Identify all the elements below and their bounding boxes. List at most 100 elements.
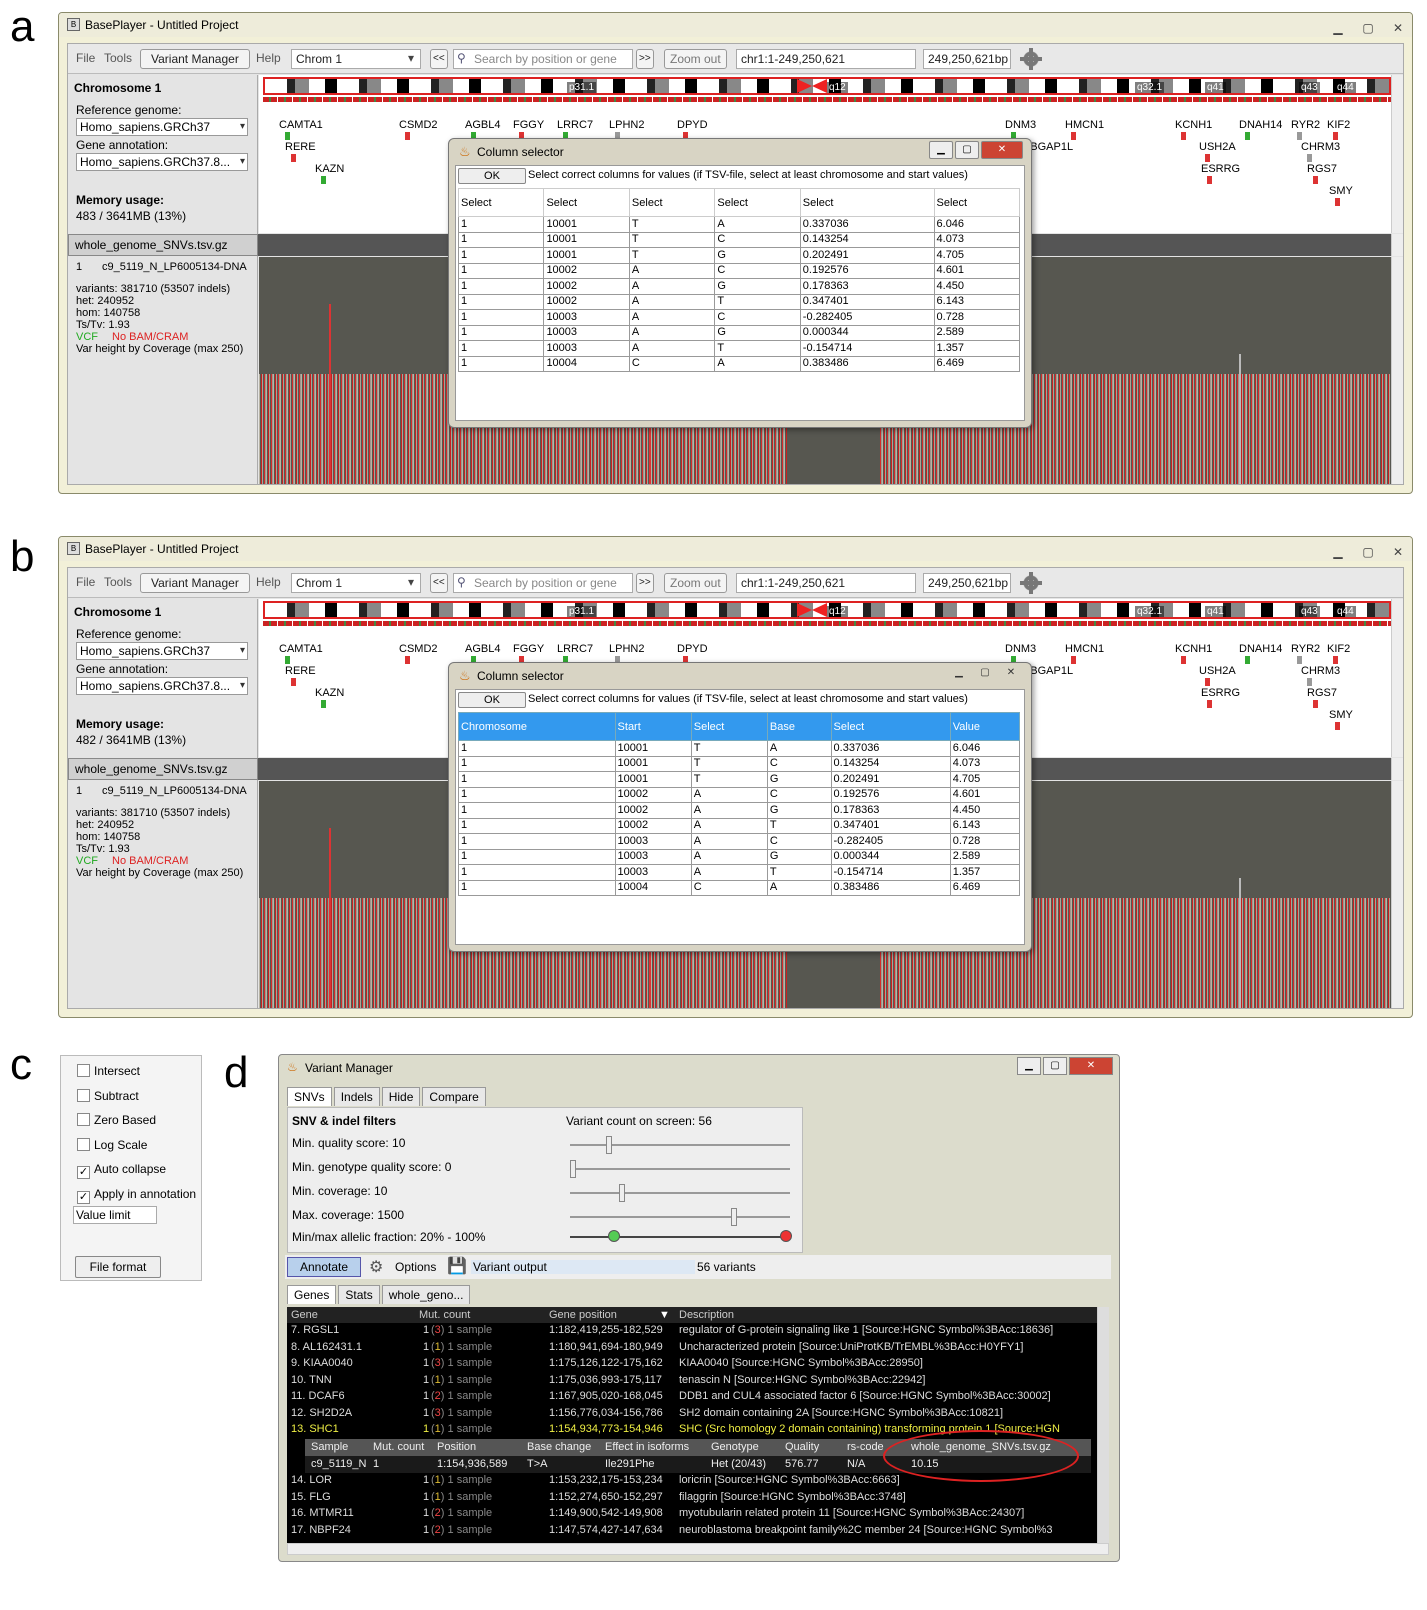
ref-genome-select[interactable]: Homo_sapiens.GRCh37: [76, 118, 248, 136]
col-mutcount[interactable]: Mut. count: [419, 1309, 470, 1321]
track-scrollbar[interactable]: [1391, 234, 1403, 256]
column-header[interactable]: Select: [543, 188, 630, 217]
col-gene[interactable]: Gene: [291, 1309, 318, 1321]
gene-label[interactable]: CHRM3: [1301, 141, 1340, 162]
column-header[interactable]: Chromosome: [458, 712, 616, 741]
horizontal-scrollbar[interactable]: [287, 1543, 1109, 1555]
gene-label[interactable]: DPYD: [677, 119, 708, 140]
subtable-column-header[interactable]: Effect in isoforms: [605, 1441, 689, 1453]
track-file-label[interactable]: whole_genome_SNVs.tsv.gz: [68, 234, 258, 256]
close-icon[interactable]: ✕: [999, 665, 1023, 683]
maximize-icon[interactable]: ▢: [973, 665, 997, 683]
close-icon[interactable]: ✕: [1069, 1057, 1113, 1075]
gene-label[interactable]: FGGY: [513, 119, 544, 140]
menu-tools[interactable]: Tools: [104, 573, 132, 593]
gene-label[interactable]: LRRC7: [557, 643, 593, 664]
subtable-column-header[interactable]: Quality: [785, 1441, 819, 1453]
track-file-label[interactable]: whole_genome_SNVs.tsv.gz: [68, 758, 258, 780]
gene-label[interactable]: CAMTA1: [279, 119, 323, 140]
maximize-icon[interactable]: ▢: [1043, 1057, 1067, 1075]
search-input[interactable]: Search by position or gene: [453, 49, 633, 69]
column-header[interactable]: Select: [933, 188, 1021, 217]
gene-label[interactable]: DNAH14: [1239, 643, 1282, 664]
next-button[interactable]: >>: [636, 573, 654, 593]
tab-genes[interactable]: Genes: [287, 1285, 337, 1304]
minimize-icon[interactable]: ▁: [1330, 16, 1346, 40]
zoom-out-button[interactable]: Zoom out: [664, 49, 727, 69]
gene-label[interactable]: DNM3: [1005, 119, 1036, 140]
menu-file[interactable]: File: [76, 573, 95, 593]
window-titlebar[interactable]: B BasePlayer - Untitled Project ▁ ▢ ✕: [59, 537, 1412, 561]
sample-name[interactable]: c9_5119_N_LP6005134-DNA: [102, 785, 247, 797]
option-intersect[interactable]: Intersect: [77, 1064, 140, 1078]
gene-label[interactable]: SMY: [1329, 709, 1353, 730]
close-icon[interactable]: ✕: [1390, 16, 1406, 40]
gene-row[interactable]: 7. RGSL1 1 1:182,419,255-182,529 regulator …: [287, 1323, 1097, 1339]
gene-label[interactable]: AGBL4: [465, 119, 500, 140]
gear-icon[interactable]: [1020, 48, 1042, 70]
ref-genome-select[interactable]: Homo_sapiens.GRCh37: [76, 642, 248, 660]
col-geneposition[interactable]: Gene position: [549, 1309, 617, 1321]
maximize-icon[interactable]: ▢: [1360, 16, 1376, 40]
variant-scrollbar[interactable]: [1391, 781, 1403, 1008]
option-apply-in-annotation[interactable]: ✓ Apply in annotation: [77, 1187, 196, 1204]
filter-slider[interactable]: [570, 1184, 790, 1202]
gene-label[interactable]: KCNH1: [1175, 119, 1212, 140]
chevron-down-icon[interactable]: ▾: [408, 49, 414, 69]
menu-file[interactable]: File: [76, 49, 95, 69]
gene-label[interactable]: USH2A: [1199, 141, 1236, 162]
max-knob[interactable]: [780, 1230, 792, 1242]
subtable-column-header[interactable]: rs-code: [847, 1441, 884, 1453]
gene-label[interactable]: RYR2: [1291, 119, 1320, 140]
checkbox[interactable]: ✓: [77, 1190, 90, 1204]
chevron-down-icon[interactable]: ▾: [408, 573, 414, 593]
gene-scrollbar[interactable]: [1391, 599, 1403, 757]
col-description[interactable]: Description: [679, 1309, 734, 1321]
gene-label[interactable]: DNM3: [1005, 643, 1036, 664]
gene-label[interactable]: KAZN: [315, 163, 344, 184]
variant-manager-button[interactable]: Variant Manager: [140, 573, 250, 593]
checkbox[interactable]: ✓: [77, 1166, 90, 1179]
option-auto-collapse[interactable]: ✓ Auto collapse: [77, 1162, 166, 1179]
menu-help[interactable]: Help: [256, 49, 281, 69]
column-header[interactable]: Select: [457, 188, 545, 217]
gene-label[interactable]: RGS7: [1307, 687, 1337, 708]
gene-label[interactable]: LPHN2: [609, 643, 644, 664]
checkbox[interactable]: [77, 1064, 90, 1077]
gene-scrollbar[interactable]: [1391, 75, 1403, 233]
next-button[interactable]: >>: [636, 49, 654, 69]
chrom-select[interactable]: Chrom 1: [291, 49, 421, 69]
gene-label[interactable]: RERE: [285, 665, 316, 686]
region-field[interactable]: chr1:1-249,250,621: [736, 573, 916, 593]
slider-thumb[interactable]: [730, 1208, 737, 1226]
chromosome-ideogram[interactable]: p31.1 q12 q32.1 q41 q43 q44: [263, 601, 1391, 619]
gene-row[interactable]: 16. MTMR11 1 1:149,900,542-149,908 myotubul…: [287, 1506, 1097, 1522]
tab-hide[interactable]: Hide: [381, 1087, 421, 1106]
gene-label[interactable]: LRRC7: [557, 119, 593, 140]
tab-file[interactable]: whole_geno...: [381, 1285, 471, 1304]
tab-snvs[interactable]: SNVs: [287, 1087, 332, 1106]
tab-stats[interactable]: Stats: [338, 1285, 380, 1304]
gene-row[interactable]: 11. DCAF6 1 1:167,905,020-168,045 DDB1 and …: [287, 1389, 1097, 1405]
minimize-icon[interactable]: ▁: [947, 665, 971, 683]
subtable-column-header[interactable]: Genotype: [711, 1441, 759, 1453]
menu-help[interactable]: Help: [256, 573, 281, 593]
subtable-column-header[interactable]: Position: [437, 1441, 476, 1453]
checkbox[interactable]: [77, 1113, 90, 1126]
column-header[interactable]: Select: [690, 712, 768, 741]
gene-row[interactable]: 8. AL162431.1 1 1:180,941,694-180,949 Uncha…: [287, 1340, 1097, 1356]
filter-slider[interactable]: [570, 1136, 790, 1154]
region-field[interactable]: chr1:1-249,250,621: [736, 49, 916, 69]
maximize-icon[interactable]: ▢: [955, 141, 979, 159]
gear-icon[interactable]: ⚙: [369, 1257, 383, 1277]
gene-label[interactable]: FGGY: [513, 643, 544, 664]
options-button[interactable]: Options: [395, 1260, 436, 1274]
subtable-column-header[interactable]: Sample: [311, 1441, 348, 1453]
column-header[interactable]: Select: [714, 188, 801, 217]
slider-thumb[interactable]: [570, 1160, 576, 1178]
column-header[interactable]: Select: [799, 188, 935, 217]
subtable-column-header[interactable]: Base change: [527, 1441, 591, 1453]
gene-label[interactable]: RYR2: [1291, 643, 1320, 664]
gear-icon[interactable]: [1020, 572, 1042, 594]
minimize-icon[interactable]: ▁: [1330, 540, 1346, 564]
